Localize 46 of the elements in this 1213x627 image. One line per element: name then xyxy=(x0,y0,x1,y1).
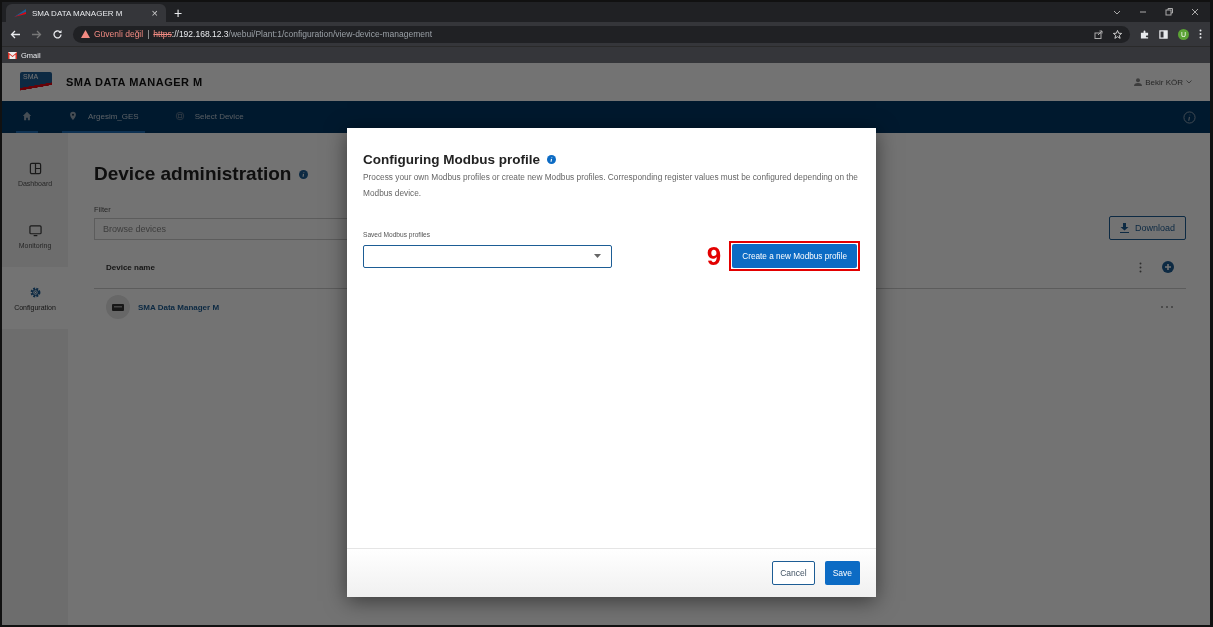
location-pin-icon xyxy=(68,111,78,121)
cancel-button[interactable]: Cancel xyxy=(772,561,815,585)
step-number: 9 xyxy=(706,243,722,270)
column-header: Device name xyxy=(106,262,155,272)
dashboard-icon xyxy=(28,161,42,175)
device-icon xyxy=(106,295,130,319)
info-icon[interactable] xyxy=(299,169,309,179)
more-menu-icon[interactable] xyxy=(1199,29,1202,39)
restore-icon[interactable] xyxy=(1164,7,1174,17)
caret-icon xyxy=(594,254,601,259)
save-button[interactable]: Save xyxy=(824,561,860,585)
star-icon[interactable] xyxy=(1113,29,1122,39)
forward-arrow-icon[interactable] xyxy=(31,28,42,40)
modal-title: Configuring Modbus profile xyxy=(363,152,540,167)
puzzle-icon[interactable] xyxy=(1140,29,1149,39)
tab-close-button[interactable]: × xyxy=(151,7,158,19)
monitor-icon xyxy=(28,223,42,237)
app-title: SMA DATA MANAGER M xyxy=(66,76,203,88)
mail-icon xyxy=(8,51,17,59)
page-title: Device administration xyxy=(94,163,292,185)
user-menu[interactable]: Bekir KÖR xyxy=(1134,77,1192,87)
download-button[interactable]: Download xyxy=(1108,216,1186,240)
back-arrow-icon[interactable] xyxy=(10,28,21,40)
profile-dropdown[interactable] xyxy=(363,244,612,268)
download-icon xyxy=(1119,223,1129,233)
home-icon xyxy=(22,111,32,121)
add-icon[interactable] xyxy=(1162,261,1174,273)
share-icon[interactable] xyxy=(1094,29,1103,39)
warning-icon xyxy=(81,30,90,38)
user-icon xyxy=(1134,78,1143,86)
browser-tab[interactable]: SMA DATA MANAGER M × xyxy=(6,4,166,22)
chevron-down-icon xyxy=(1186,80,1192,84)
chip-icon xyxy=(174,111,185,121)
modal-description: Process your own Modbus profiles or create new Modbus profiles. Corresponding register values must be configured depending on the Modbus device. xyxy=(363,171,859,201)
reload-icon[interactable] xyxy=(52,28,63,40)
breadcrumb-item[interactable]: Argesim_GES xyxy=(62,101,145,133)
breadcrumb-item[interactable]: Select Device xyxy=(168,101,250,133)
info-icon[interactable] xyxy=(547,155,556,164)
logo-icon xyxy=(14,9,26,17)
device-name-link[interactable]: SMA Data Manager M xyxy=(138,302,220,312)
create-profile-button[interactable]: Create a new Modbus profile xyxy=(732,244,857,269)
side-panel-icon[interactable] xyxy=(1159,29,1168,39)
close-icon[interactable] xyxy=(1190,7,1200,17)
address-bar[interactable]: Güvenli değil | https://192.168.12.3/webui/Plant:1/configuration/view-device-management xyxy=(73,25,1130,43)
new-tab-button[interactable]: + xyxy=(174,4,183,22)
gear-icon xyxy=(28,285,42,299)
